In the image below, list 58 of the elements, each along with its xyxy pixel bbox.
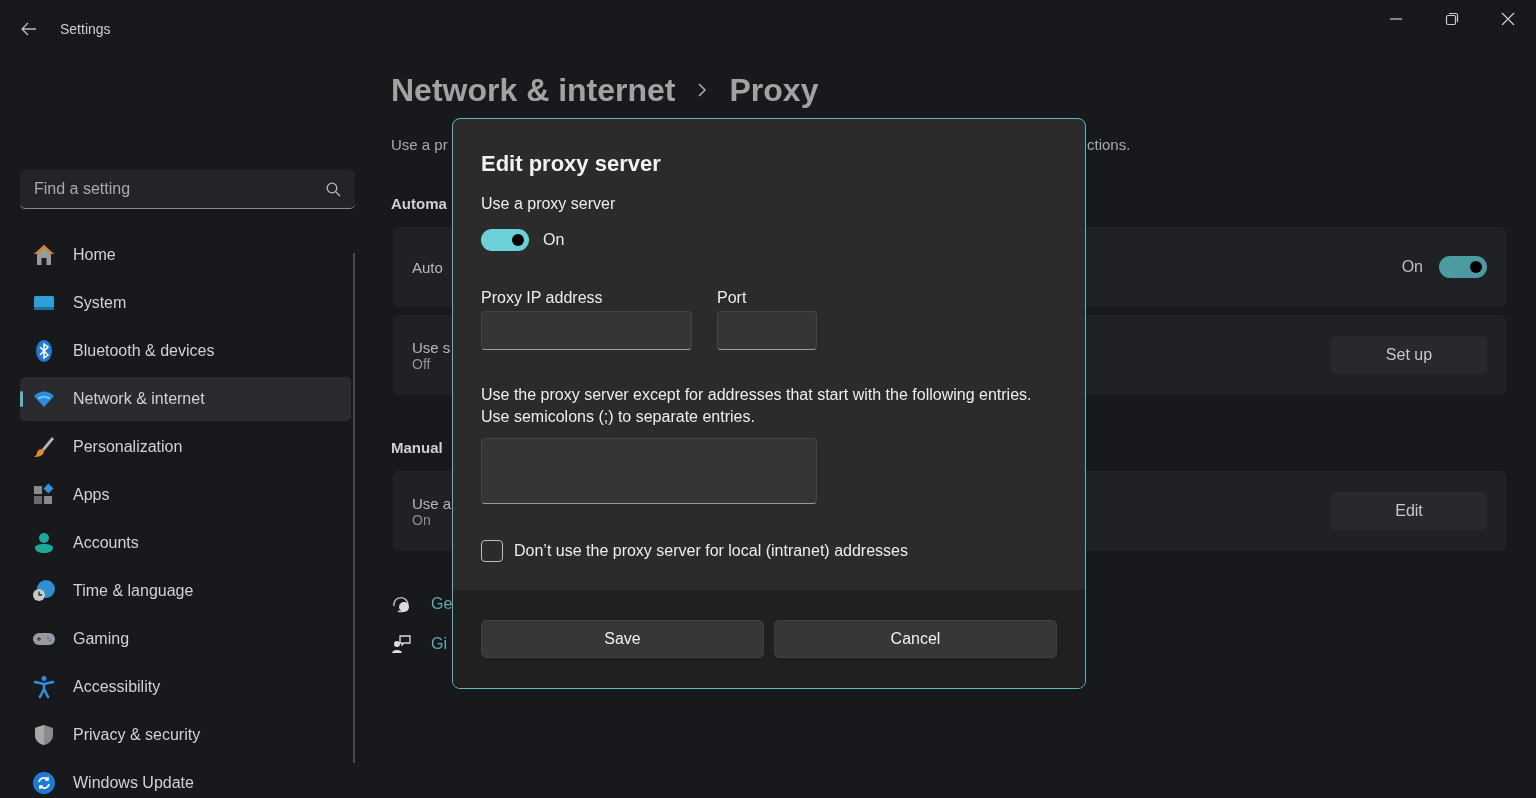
nav-item[interactable]: Accounts (20, 521, 351, 565)
apps-icon (32, 483, 56, 507)
toggle-state: On (543, 231, 565, 249)
home-icon (32, 243, 56, 267)
checkbox-label: Don’t use the proxy server for local (intranet) addresses (514, 542, 908, 560)
toggle-label: Use a proxy server (481, 195, 617, 213)
nav-item[interactable]: System (20, 281, 351, 325)
port-field[interactable] (717, 311, 817, 350)
exceptions-text: Use the proxy server except for addresses that start with the following entries. Use semicolons (;) to separate entries. (481, 385, 1033, 427)
nav-item[interactable]: Privacy & security (20, 713, 351, 757)
dialog-title: Edit proxy server (481, 151, 662, 177)
nav-item[interactable]: Home (20, 233, 351, 277)
setting-status: On (412, 511, 432, 528)
close-icon[interactable] (1501, 12, 1515, 26)
page-title: Proxy (729, 71, 819, 109)
save-button[interactable]: Save (481, 620, 764, 658)
setting-button[interactable]: Set up (1331, 336, 1487, 374)
help-link[interactable]: Ge (431, 595, 453, 613)
window-title: Settings (60, 21, 111, 37)
nav-item[interactable]: Apps (20, 473, 351, 517)
person-feedback-icon (391, 634, 411, 654)
nav-item[interactable]: Gaming (20, 617, 351, 661)
shield-icon (32, 723, 56, 747)
field-label: Proxy IP address (481, 289, 604, 308)
nav-item[interactable]: Personalization (20, 425, 351, 469)
nav-item[interactable]: Time & language (20, 569, 351, 613)
description-text: ctions. (1087, 135, 1132, 155)
nav-item[interactable]: Accessibility (20, 665, 351, 709)
setting-title: Use s (412, 338, 451, 356)
checkbox[interactable] (481, 540, 503, 562)
ip-address-field[interactable] (481, 311, 692, 350)
sync-icon (32, 771, 56, 795)
setting-status: Off (412, 355, 432, 372)
setting-title: Auto (412, 258, 443, 276)
help-link[interactable]: Gi (431, 635, 447, 653)
field-label: Port (717, 289, 748, 308)
setting-button[interactable]: Edit (1331, 492, 1487, 530)
nav-item[interactable]: Network & internet (20, 377, 351, 421)
description-text: Use a pr (391, 135, 449, 155)
exceptions-field[interactable] (481, 438, 817, 504)
toggle-switch[interactable] (481, 229, 529, 251)
toggle-state: On (1401, 258, 1423, 276)
person-icon (32, 531, 56, 555)
section-header: Manual (391, 439, 443, 458)
section-header: Automa (391, 195, 447, 214)
search-field[interactable]: Find a setting (20, 170, 355, 209)
accessibility-icon (32, 675, 56, 699)
search-icon (326, 182, 341, 197)
cancel-button[interactable]: Cancel (774, 620, 1057, 658)
restore-icon[interactable] (1445, 12, 1459, 26)
setting-title: Use a (412, 494, 452, 512)
nav-item[interactable]: Windows Update (20, 761, 351, 798)
paintbrush-icon (32, 435, 56, 459)
globe-clock-icon (32, 579, 56, 603)
back-arrow-icon[interactable] (20, 20, 38, 38)
breadcrumb-link[interactable]: Network & internet (391, 71, 676, 109)
toggle-switch[interactable] (1439, 256, 1487, 278)
nav-item[interactable]: Bluetooth & devices (20, 329, 351, 373)
